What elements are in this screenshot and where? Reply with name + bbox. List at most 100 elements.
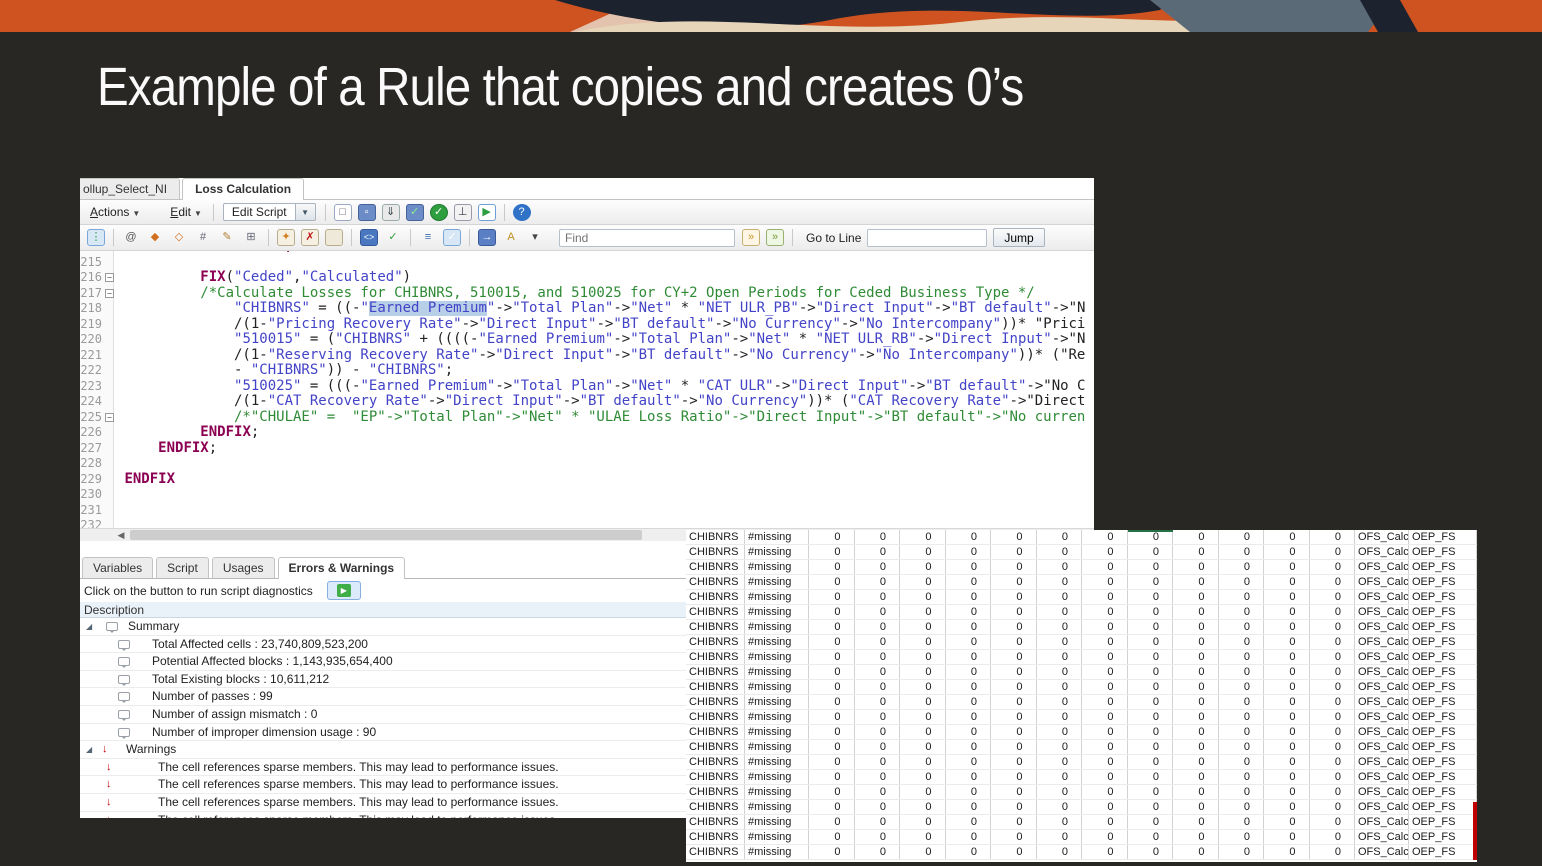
cell-zero[interactable]: 0 <box>1264 575 1310 589</box>
cell-zero[interactable]: 0 <box>855 785 901 799</box>
cell-zero[interactable]: 0 <box>1173 845 1219 859</box>
cell-zero[interactable]: 0 <box>809 785 855 799</box>
code-line-228[interactable]: 228 <box>80 456 1094 472</box>
source-view-icon[interactable]: <> <box>360 229 378 246</box>
cell-zero[interactable]: 0 <box>809 845 855 859</box>
cell-missing[interactable]: #missing <box>745 740 809 754</box>
cell-zero[interactable]: 0 <box>900 635 946 649</box>
cell-zero[interactable]: 0 <box>855 635 901 649</box>
cell-zero[interactable]: 0 <box>1173 800 1219 814</box>
cell-zero[interactable]: 0 <box>855 575 901 589</box>
code-line-223[interactable]: 223 "510025" = (((-"Earned Premium"->"To… <box>80 379 1094 395</box>
cell-zero[interactable]: 0 <box>900 650 946 664</box>
cell-member[interactable]: CHIBNRS <box>686 740 745 754</box>
cell-zero[interactable]: 0 <box>1173 680 1219 694</box>
goto-line-input[interactable] <box>867 229 987 247</box>
cell-zero[interactable]: 0 <box>991 560 1037 574</box>
export-icon[interactable]: ⇓ <box>382 204 400 221</box>
code-line-232[interactable]: 232 <box>80 518 1094 528</box>
cell-zero[interactable]: 0 <box>1173 605 1219 619</box>
table-row[interactable]: CHIBNRS#missing000000000000OFS_CalcuOEP_… <box>686 575 1477 590</box>
cell-member[interactable]: CHIBNRS <box>686 575 745 589</box>
cell-zero[interactable]: 0 <box>1264 560 1310 574</box>
cell-zero[interactable]: 0 <box>900 560 946 574</box>
cell-zero[interactable]: 0 <box>1082 785 1128 799</box>
bottom-tab-script[interactable]: Script <box>156 557 209 578</box>
collapse-icon[interactable]: − <box>105 273 114 282</box>
table-row[interactable]: CHIBNRS#missing000000000000OFS_CalcuOEP_… <box>686 635 1477 650</box>
cell-zero[interactable]: 0 <box>900 830 946 844</box>
save-validate-icon[interactable]: ✓ <box>406 204 424 221</box>
code-line-216[interactable]: 216− FIX("Ceded","Calculated") <box>80 270 1094 286</box>
cell-zero[interactable]: 0 <box>900 800 946 814</box>
cell-member[interactable]: CHIBNRS <box>686 680 745 694</box>
cell-member[interactable]: CHIBNRS <box>686 710 745 724</box>
cell-zero[interactable]: 0 <box>1219 650 1265 664</box>
cell-zero[interactable]: 0 <box>809 665 855 679</box>
table-row[interactable]: CHIBNRS#missing000000000000OFS_CalcuOEP_… <box>686 785 1477 800</box>
cell-zero[interactable]: 0 <box>1310 635 1356 649</box>
member-selector-icon[interactable]: ⋮ <box>87 229 105 246</box>
edit-properties-icon[interactable]: ✎ <box>218 229 236 246</box>
cell-scenario[interactable]: OEP_FS <box>1409 560 1477 574</box>
cell-zero[interactable]: 0 <box>991 830 1037 844</box>
cell-zero[interactable]: 0 <box>1128 770 1174 784</box>
cell-zero[interactable]: 0 <box>1310 590 1356 604</box>
cell-zero[interactable]: 0 <box>1310 770 1356 784</box>
cell-zero[interactable]: 0 <box>1310 650 1356 664</box>
function-icon[interactable]: @ <box>122 229 140 246</box>
cell-zero[interactable]: 0 <box>1264 770 1310 784</box>
cell-zero[interactable]: 0 <box>809 650 855 664</box>
cell-zero[interactable]: 0 <box>900 575 946 589</box>
cell-zero[interactable]: 0 <box>1264 635 1310 649</box>
cell-zero[interactable]: 0 <box>1173 650 1219 664</box>
cell-zero[interactable]: 0 <box>1082 725 1128 739</box>
cell-missing[interactable]: #missing <box>745 725 809 739</box>
cell-zero[interactable]: 0 <box>1310 620 1356 634</box>
cell-missing[interactable]: #missing <box>745 830 809 844</box>
cell-zero[interactable]: 0 <box>855 530 901 544</box>
cell-zero[interactable]: 0 <box>1128 680 1174 694</box>
cell-zero[interactable]: 0 <box>1037 725 1083 739</box>
table-row[interactable]: CHIBNRS#missing000000000000OFS_CalcuOEP_… <box>686 605 1477 620</box>
cell-zero[interactable]: 0 <box>1037 545 1083 559</box>
schedule-icon[interactable]: ⊞ <box>242 229 260 246</box>
cell-zero[interactable]: 0 <box>1264 725 1310 739</box>
cell-zero[interactable]: 0 <box>946 710 992 724</box>
cell-zero[interactable]: 0 <box>855 545 901 559</box>
search-backward-icon[interactable]: » <box>766 229 784 246</box>
cell-zero[interactable]: 0 <box>900 530 946 544</box>
cell-zero[interactable]: 0 <box>855 650 901 664</box>
cell-zero[interactable]: 0 <box>1128 635 1174 649</box>
cell-zero[interactable]: 0 <box>855 665 901 679</box>
cell-zero[interactable]: 0 <box>809 590 855 604</box>
cell-zero[interactable]: 0 <box>1128 710 1174 724</box>
cell-zero[interactable]: 0 <box>1219 845 1265 859</box>
cell-zero[interactable]: 0 <box>900 725 946 739</box>
cell-zero[interactable]: 0 <box>1219 695 1265 709</box>
cell-missing[interactable]: #missing <box>745 815 809 829</box>
table-row[interactable]: CHIBNRS#missing000000000000OFS_CalcuOEP_… <box>686 830 1477 845</box>
cell-zero[interactable]: 0 <box>1310 665 1356 679</box>
cell-zero[interactable]: 0 <box>1173 635 1219 649</box>
cell-scenario[interactable]: OEP_FS <box>1409 635 1477 649</box>
cell-member[interactable]: CHIBNRS <box>686 770 745 784</box>
cell-zero[interactable]: 0 <box>1173 545 1219 559</box>
cell-zero[interactable]: 0 <box>900 590 946 604</box>
cell-zero[interactable]: 0 <box>1082 620 1128 634</box>
cell-zero[interactable]: 0 <box>1219 560 1265 574</box>
cell-scenario[interactable]: OEP_FS <box>1409 770 1477 784</box>
cell-zero[interactable]: 0 <box>1173 620 1219 634</box>
scroll-left-icon[interactable]: ◀ <box>114 529 128 541</box>
cell-zero[interactable]: 0 <box>991 695 1037 709</box>
cell-zero[interactable]: 0 <box>946 665 992 679</box>
cell-zero[interactable]: 0 <box>1037 560 1083 574</box>
actions-menu[interactable]: Actions▼ <box>84 203 146 221</box>
cell-zero[interactable]: 0 <box>991 650 1037 664</box>
cell-scenario[interactable]: OEP_FS <box>1409 785 1477 799</box>
cell-zero[interactable]: 0 <box>1128 590 1174 604</box>
save-icon[interactable]: ▫ <box>358 204 376 221</box>
cell-zero[interactable]: 0 <box>809 800 855 814</box>
cell-zero[interactable]: 0 <box>946 815 992 829</box>
comment-delete-icon[interactable]: ✗ <box>301 229 319 246</box>
